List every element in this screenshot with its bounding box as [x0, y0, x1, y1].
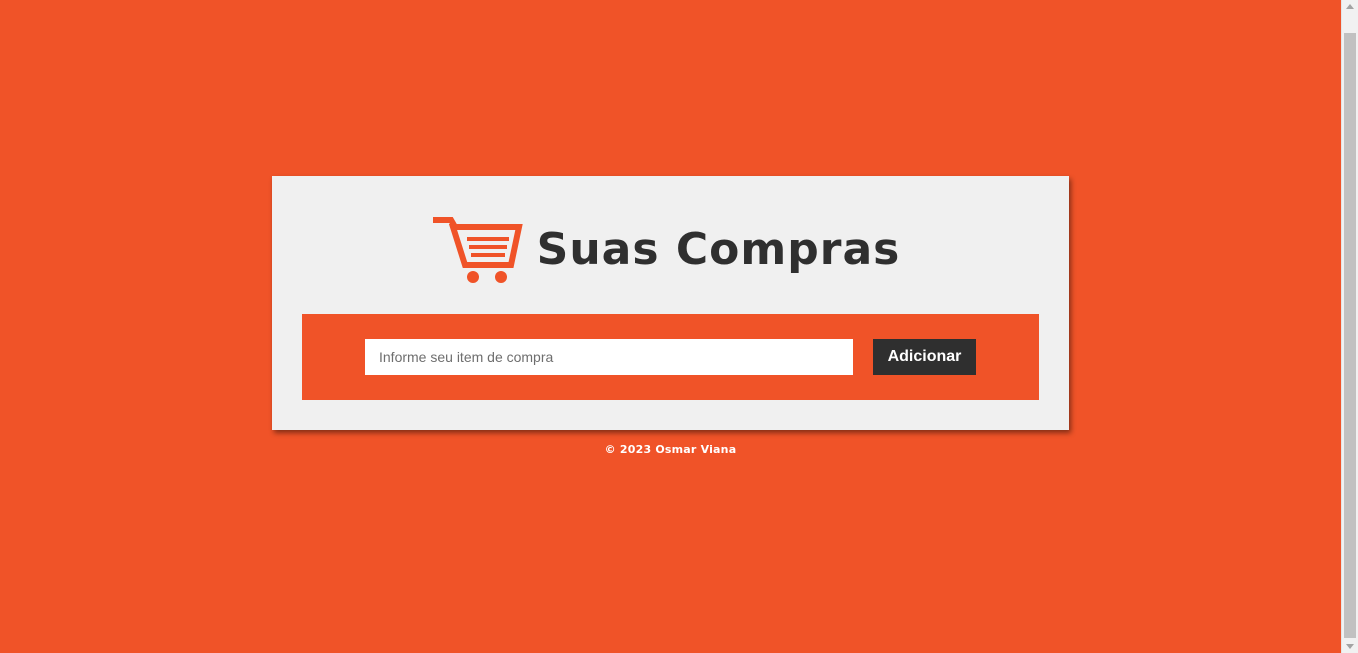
scrollbar-thumb[interactable]	[1344, 33, 1356, 638]
add-item-form: Adicionar	[302, 314, 1039, 400]
page-viewport: Suas Compras Adicionar © 2023 Osmar Vian…	[0, 0, 1341, 653]
shopping-cart-icon	[432, 217, 523, 283]
scroll-up-arrow-icon[interactable]	[1346, 4, 1354, 9]
shopping-card: Suas Compras Adicionar	[272, 176, 1069, 430]
brand-header: Suas Compras	[272, 210, 1069, 290]
footer-copyright: © 2023 Osmar Viana	[604, 443, 737, 456]
item-input[interactable]	[365, 339, 853, 375]
vertical-scrollbar[interactable]	[1341, 0, 1358, 653]
page-title: Suas Compras	[536, 223, 901, 275]
scroll-down-arrow-icon[interactable]	[1346, 644, 1354, 649]
add-button[interactable]: Adicionar	[873, 339, 976, 375]
